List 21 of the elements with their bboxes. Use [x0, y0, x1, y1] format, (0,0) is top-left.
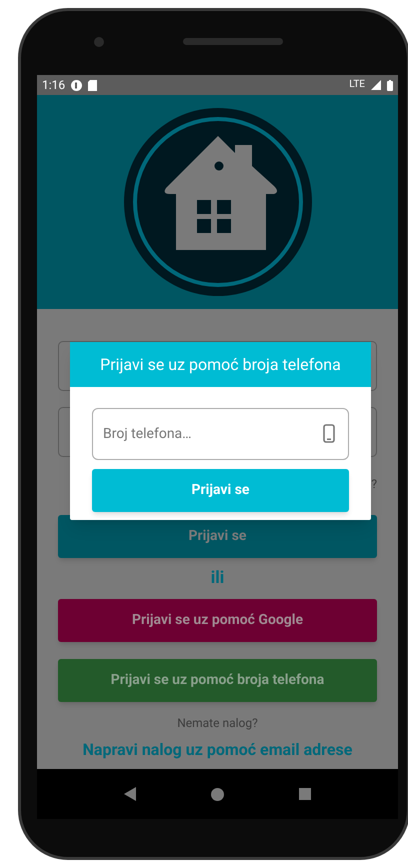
phone-number-field[interactable]: Broj telefona…: [92, 408, 349, 460]
dialog-title: Prijavi se uz pomoć broja telefona: [100, 354, 341, 376]
separator-text: ili: [210, 567, 224, 590]
google-login-button[interactable]: Prijavi se uz pomoć Google: [58, 598, 377, 642]
battery-icon: [387, 80, 393, 90]
home-icon[interactable]: [210, 788, 224, 800]
recents-icon[interactable]: [298, 788, 311, 800]
phone-login-button[interactable]: Prijavi se uz pomoć broja telefona: [58, 658, 377, 702]
back-icon[interactable]: [124, 787, 136, 801]
forgot-password-link[interactable]: ?: [371, 475, 377, 493]
dialog-login-button[interactable]: Prijavi se: [92, 469, 349, 512]
camera-icon: [94, 37, 104, 47]
signup-link[interactable]: Napravi nalog uz pomoć email adrese: [82, 738, 352, 762]
signal-icon: [371, 80, 381, 90]
signup-prompt: Nemate nalog?: [177, 714, 258, 732]
house-logo-icon: [124, 108, 312, 296]
notification-icon: [71, 80, 82, 90]
mobile-phone-icon: [323, 424, 335, 443]
network-type: LTE: [349, 80, 365, 90]
clock: 1:16: [42, 79, 66, 91]
sd-card-icon: [88, 80, 98, 90]
